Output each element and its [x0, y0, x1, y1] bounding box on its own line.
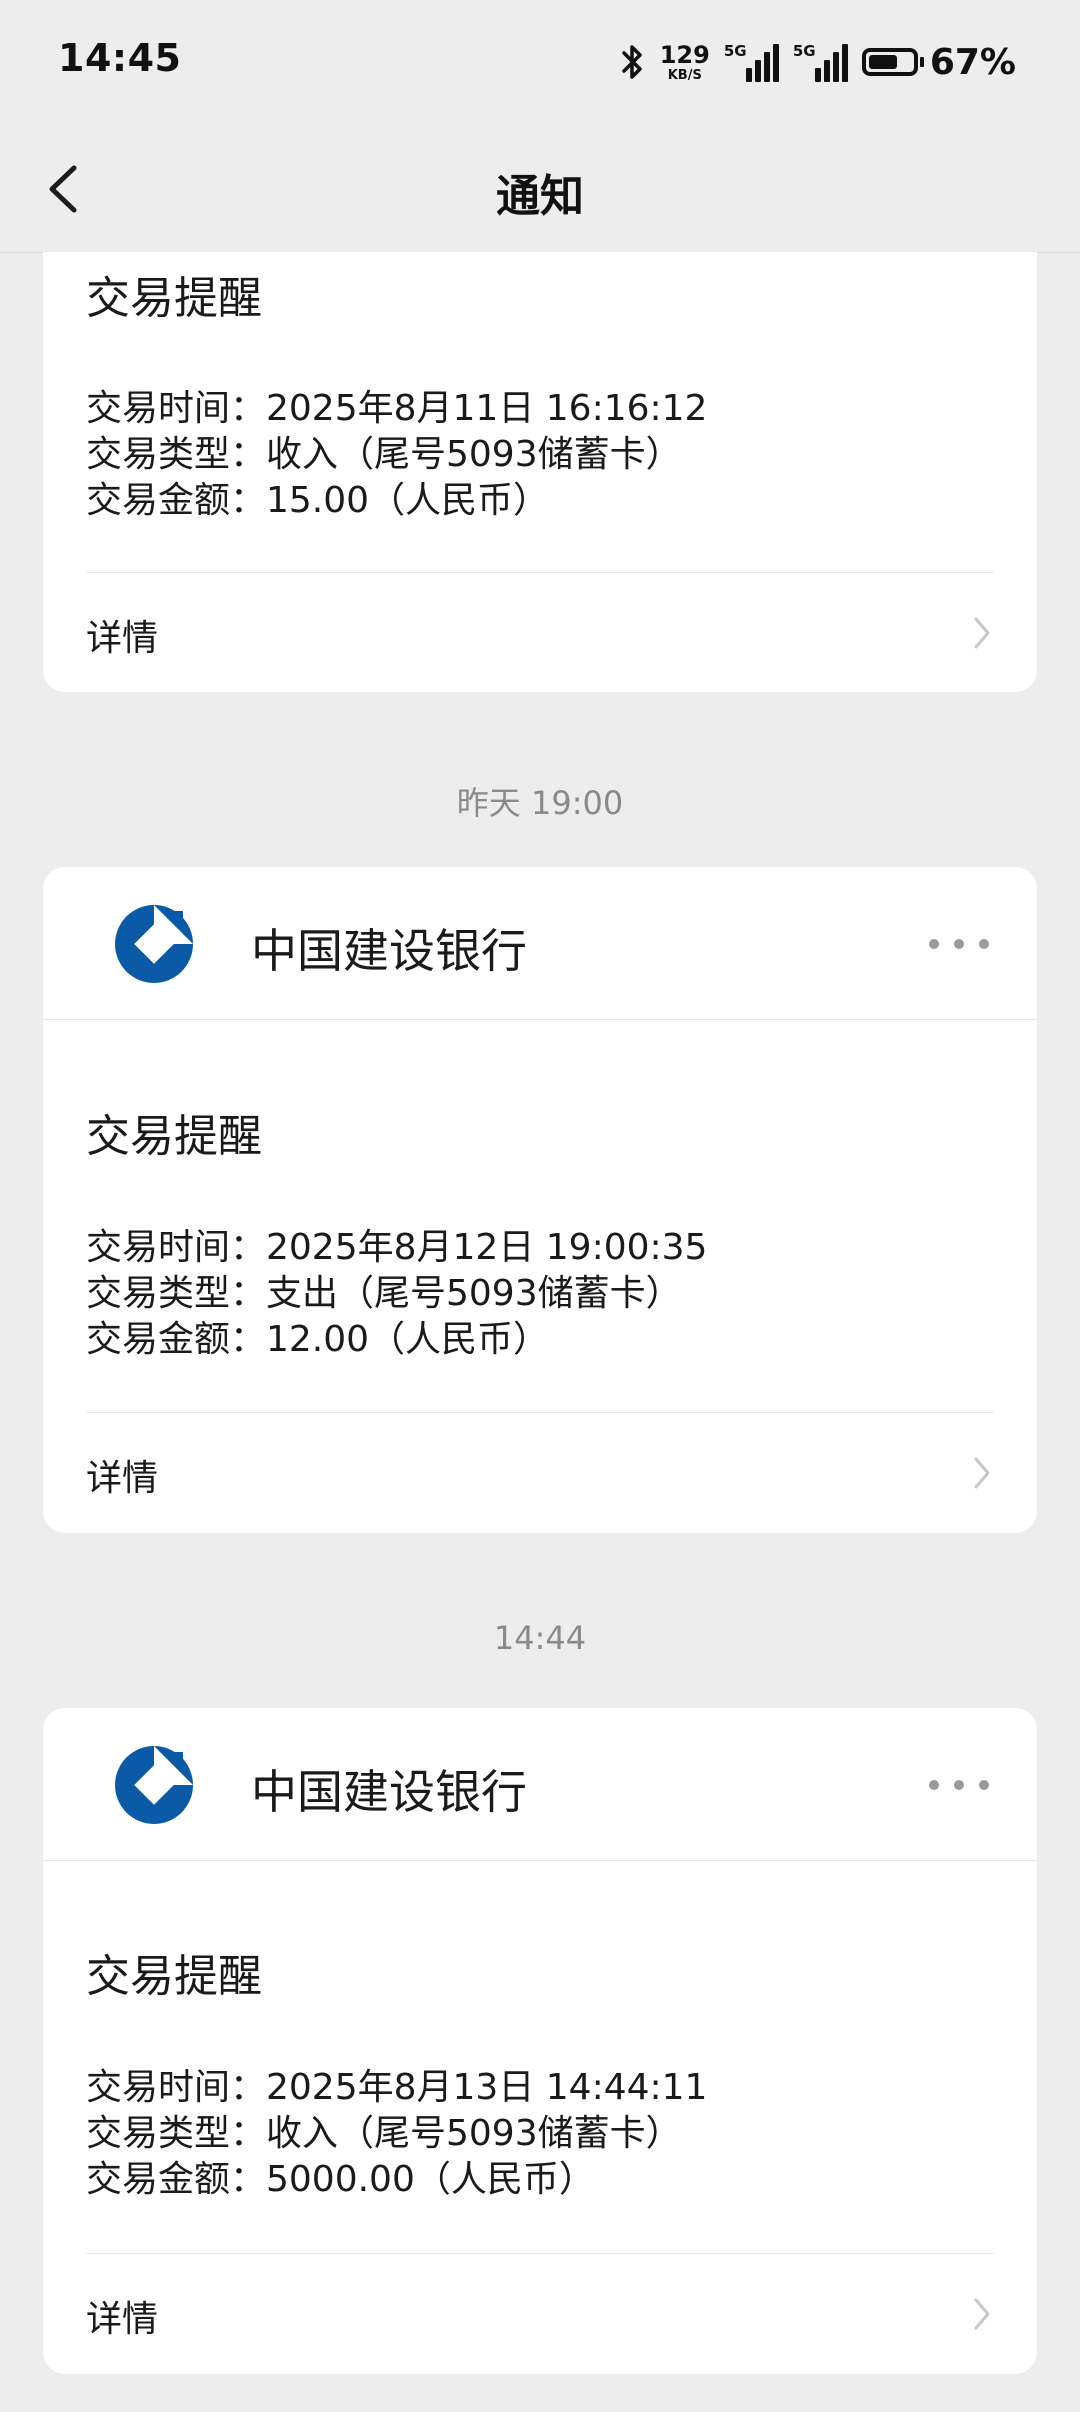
- transaction-type: 交易类型：收入（尾号5093储蓄卡）: [86, 434, 682, 475]
- network-speed: 129 KB/S: [660, 43, 710, 82]
- signal-5g-icon-2: 5G: [793, 42, 848, 82]
- transaction-time: 交易时间：2025年8月11日 16:16:12: [86, 388, 708, 429]
- card-header: 中国建设银行: [43, 1708, 1037, 1861]
- status-icons: 129 KB/S 5G 5G 67%: [620, 38, 1016, 86]
- chevron-right-icon: [974, 617, 990, 649]
- signal-label: 5G: [792, 42, 816, 60]
- notification-card-2: 中国建设银行 交易提醒 交易时间：2025年8月12日 19:00:35 交易类…: [43, 867, 1037, 1533]
- card-header: 中国建设银行: [43, 867, 1037, 1020]
- battery-percent: 67%: [929, 41, 1016, 83]
- detail-row[interactable]: 详情: [86, 572, 994, 691]
- message-lines: 交易时间：2025年8月13日 14:44:11 交易类型：收入（尾号5093储…: [86, 2065, 707, 2203]
- notification-card-1: 交易提醒 交易时间：2025年8月11日 16:16:12 交易类型：收入（尾号…: [43, 252, 1037, 692]
- chevron-right-icon: [974, 1457, 990, 1489]
- more-options-icon[interactable]: [929, 929, 989, 959]
- transaction-amount: 交易金额：5000.00（人民币）: [86, 2159, 595, 2200]
- transaction-amount: 交易金额：12.00（人民币）: [86, 1319, 550, 1360]
- message-title: 交易提醒: [86, 273, 262, 324]
- status-bar: 14:45 129 KB/S 5G 5G 67%: [0, 0, 1080, 124]
- transaction-time: 交易时间：2025年8月13日 14:44:11: [86, 2067, 708, 2108]
- ccb-logo-icon: [115, 1746, 193, 1824]
- battery-icon: 67%: [861, 41, 1016, 83]
- bank-name: 中国建设银行: [251, 924, 527, 978]
- time-separator: 昨天 19:00: [456, 784, 624, 822]
- ccb-logo-icon: [115, 905, 193, 983]
- more-options-icon[interactable]: [929, 1770, 989, 1800]
- transaction-type: 交易类型：收入（尾号5093储蓄卡）: [86, 2113, 682, 2154]
- detail-label: 详情: [86, 2299, 159, 2340]
- status-time: 14:45: [58, 36, 182, 80]
- network-speed-value: 129: [659, 40, 710, 69]
- notification-card-3: 中国建设银行 交易提醒 交易时间：2025年8月13日 14:44:11 交易类…: [43, 1708, 1037, 2374]
- message-title: 交易提醒: [86, 1111, 262, 1162]
- detail-label: 详情: [86, 1458, 159, 1499]
- detail-row[interactable]: 详情: [86, 2253, 994, 2372]
- battery-fill: [868, 55, 897, 69]
- message-title: 交易提醒: [86, 1951, 262, 2002]
- bank-name: 中国建设银行: [251, 1765, 527, 1819]
- message-lines: 交易时间：2025年8月11日 16:16:12 交易类型：收入（尾号5093储…: [86, 386, 707, 524]
- detail-label: 详情: [86, 618, 159, 659]
- message-lines: 交易时间：2025年8月12日 19:00:35 交易类型：支出（尾号5093储…: [86, 1225, 707, 1363]
- network-speed-unit: KB/S: [667, 67, 702, 83]
- detail-row[interactable]: 详情: [86, 1412, 994, 1531]
- signal-label: 5G: [723, 42, 747, 60]
- transaction-amount: 交易金额：15.00（人民币）: [86, 480, 550, 521]
- signal-5g-icon-1: 5G: [724, 42, 779, 82]
- bluetooth-icon: [621, 45, 642, 79]
- nav-bar: 通知: [0, 124, 1080, 253]
- page-title: 通知: [496, 171, 584, 222]
- time-separator: 14:44: [493, 1619, 587, 1657]
- chevron-right-icon: [974, 2298, 990, 2330]
- transaction-type: 交易类型：支出（尾号5093储蓄卡）: [86, 1273, 682, 1314]
- transaction-time: 交易时间：2025年8月12日 19:00:35: [86, 1227, 708, 1268]
